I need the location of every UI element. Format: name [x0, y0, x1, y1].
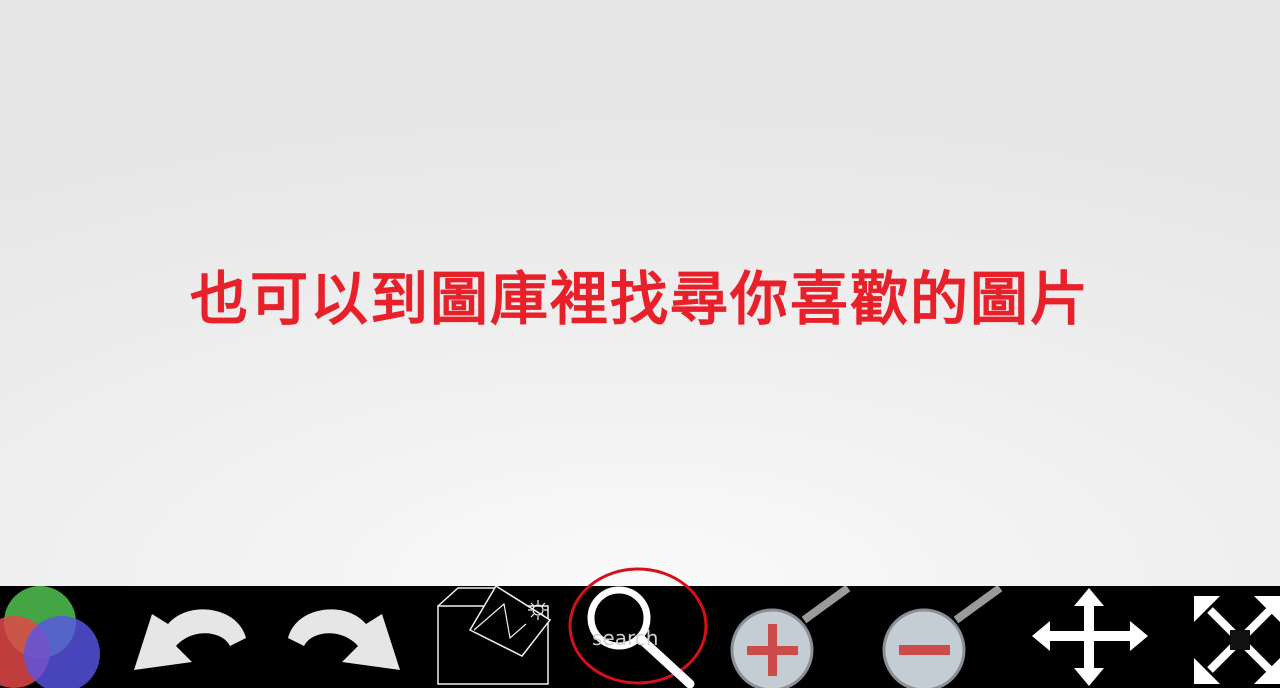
zoom-out-icon — [882, 586, 1003, 688]
gallery-button[interactable] — [430, 586, 560, 688]
undo-arrow-icon — [134, 609, 246, 670]
zoom-in-button[interactable] — [724, 586, 864, 688]
zoom-out-button[interactable] — [876, 586, 1016, 688]
redo-arrow-icon — [288, 609, 400, 670]
redo-button[interactable] — [280, 586, 410, 688]
zoom-in-icon — [730, 586, 851, 688]
picture-box-icon — [437, 586, 552, 685]
move-button[interactable] — [1030, 586, 1150, 688]
move-arrows-icon — [1032, 588, 1148, 686]
color-circles-icon — [0, 586, 100, 688]
bottom-toolbar: search — [0, 567, 1280, 688]
expand-arrows-icon — [1194, 596, 1280, 684]
drawing-canvas[interactable]: 也可以到圖庫裡找尋你喜歡的圖片 — [0, 0, 1280, 586]
color-palette-button[interactable] — [0, 586, 110, 688]
instruction-message: 也可以到圖庫裡找尋你喜歡的圖片 — [189, 265, 1090, 333]
fullscreen-button[interactable] — [1190, 586, 1280, 688]
magnifier-icon: search — [568, 567, 708, 688]
search-button[interactable]: search — [566, 567, 710, 688]
search-label: search — [592, 626, 658, 650]
undo-button[interactable] — [126, 586, 256, 688]
